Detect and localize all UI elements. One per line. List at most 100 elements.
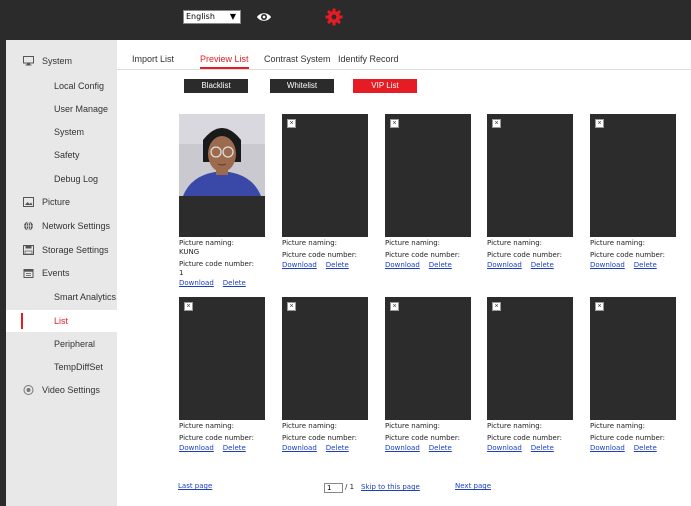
- picture-info: Picture naming: Picture code number: Downl…: [179, 422, 289, 453]
- last-page-link[interactable]: Last page: [178, 482, 212, 490]
- tab-import-list[interactable]: Import List: [132, 52, 174, 69]
- delete-link[interactable]: Delete: [326, 261, 349, 269]
- sidebar-item-label: System: [42, 56, 73, 66]
- sidebar-item-user-manage[interactable]: User Manage: [6, 98, 117, 120]
- sidebar-item-list[interactable]: List: [6, 310, 117, 332]
- top-bar: English ▼: [0, 0, 691, 34]
- picture-code-label: Picture code number:: [385, 251, 460, 259]
- picture-thumbnail[interactable]: ×: [282, 297, 368, 420]
- tab-bar: Import List Preview List Contrast System…: [117, 52, 691, 70]
- sidebar-item-storage-settings[interactable]: Storage Settings: [6, 239, 117, 261]
- sidebar-item-safety[interactable]: Safety: [6, 144, 117, 166]
- download-link[interactable]: Download: [385, 261, 420, 269]
- picture-card: × Picture naming: Picture code number: Down…: [487, 114, 573, 294]
- delete-link[interactable]: Delete: [429, 261, 452, 269]
- sidebar-item-label: Storage Settings: [42, 245, 109, 255]
- button-label: Blacklist: [201, 81, 231, 90]
- download-link[interactable]: Download: [487, 261, 522, 269]
- language-select[interactable]: English ▼: [183, 10, 241, 24]
- tab-contrast-system[interactable]: Contrast System: [264, 52, 331, 69]
- page-number-input[interactable]: 1: [324, 483, 343, 493]
- next-page-link[interactable]: Next page: [455, 482, 491, 490]
- sidebar-item-debug-log[interactable]: Debug Log: [6, 168, 117, 190]
- blacklist-button[interactable]: Blacklist: [184, 79, 248, 93]
- download-link[interactable]: Download: [179, 279, 214, 287]
- delete-link[interactable]: Delete: [223, 444, 246, 452]
- broken-image-icon: ×: [390, 302, 399, 311]
- picture-naming-label: Picture naming:: [590, 239, 646, 247]
- sidebar-item-label: System: [54, 127, 85, 137]
- sidebar-item-events[interactable]: Events: [6, 262, 117, 284]
- sidebar-item-network-settings[interactable]: Network Settings: [6, 215, 117, 237]
- picture-thumbnail[interactable]: ×: [385, 114, 471, 237]
- broken-image-icon: ×: [184, 302, 193, 311]
- delete-link[interactable]: Delete: [531, 444, 554, 452]
- whitelist-button[interactable]: Whitelist: [270, 79, 334, 93]
- picture-naming-label: Picture naming:: [282, 239, 338, 247]
- download-link[interactable]: Download: [282, 444, 317, 452]
- picture-card: × Picture naming: Picture code number: Down…: [385, 297, 471, 477]
- sidebar-item-label: Network Settings: [42, 221, 111, 231]
- picture-code-label: Picture code number:: [179, 260, 254, 268]
- picture-naming-label: Picture naming:: [385, 422, 441, 430]
- sidebar-item-smart-analytics[interactable]: Smart Analytics: [6, 286, 117, 308]
- picture-actions: Download Delete: [487, 261, 597, 270]
- picture-actions: Download Delete: [385, 444, 495, 453]
- delete-link[interactable]: Delete: [531, 261, 554, 269]
- sidebar-item-label: Smart Analytics: [54, 292, 117, 302]
- picture-actions: Download Delete: [385, 261, 495, 270]
- sidebar-item-system[interactable]: System: [6, 50, 117, 72]
- picture-code-label: Picture code number:: [487, 434, 562, 442]
- sidebar-item-picture[interactable]: Picture: [6, 191, 117, 213]
- delete-link[interactable]: Delete: [634, 444, 657, 452]
- sidebar-item-system-sub[interactable]: System: [6, 121, 117, 143]
- sidebar-item-local-config[interactable]: Local Config: [6, 75, 117, 97]
- picture-thumbnail[interactable]: ×: [487, 114, 573, 237]
- download-link[interactable]: Download: [590, 444, 625, 452]
- sidebar-item-tempdiffset[interactable]: TempDiffSet: [6, 356, 117, 378]
- tab-label: Contrast System: [264, 54, 331, 64]
- gear-icon[interactable]: [325, 8, 343, 26]
- picture-thumbnail[interactable]: ×: [179, 297, 265, 420]
- picture-actions: Download Delete: [590, 261, 691, 270]
- tab-preview-list[interactable]: Preview List: [200, 52, 249, 69]
- tab-label: Preview List: [200, 54, 249, 64]
- sidebar-item-label: User Manage: [54, 104, 109, 114]
- broken-image-icon: ×: [492, 119, 501, 128]
- skip-to-page-link[interactable]: Skip to this page: [361, 483, 420, 491]
- vip-list-button[interactable]: VIP List: [353, 79, 417, 93]
- sidebar-item-peripheral[interactable]: Peripheral: [6, 333, 117, 355]
- delete-link[interactable]: Delete: [223, 279, 246, 287]
- picture-code-label: Picture code number:: [487, 251, 562, 259]
- download-link[interactable]: Download: [179, 444, 214, 452]
- picture-info: Picture naming: Picture code number: Downl…: [282, 422, 392, 453]
- sidebar-item-video-settings[interactable]: Video Settings: [6, 379, 117, 401]
- delete-link[interactable]: Delete: [634, 261, 657, 269]
- picture-code-label: Picture code number:: [590, 434, 665, 442]
- picture-thumbnail[interactable]: ×: [487, 297, 573, 420]
- picture-naming-label: Picture naming:: [385, 239, 441, 247]
- picture-info: Picture naming: Picture code number: Downl…: [487, 422, 597, 453]
- download-link[interactable]: Download: [590, 261, 625, 269]
- picture-thumbnail[interactable]: ×: [385, 297, 471, 420]
- picture-thumbnail[interactable]: ×: [590, 297, 676, 420]
- globe-icon: [24, 221, 33, 231]
- picture-card: × Picture naming: Picture code number: Down…: [282, 114, 368, 294]
- picture-thumbnail[interactable]: [179, 114, 265, 237]
- picture-actions: Download Delete: [179, 279, 289, 288]
- picture-actions: Download Delete: [282, 261, 392, 270]
- eye-icon[interactable]: [256, 9, 272, 25]
- download-link[interactable]: Download: [282, 261, 317, 269]
- picture-thumbnail[interactable]: ×: [590, 114, 676, 237]
- download-link[interactable]: Download: [385, 444, 420, 452]
- download-link[interactable]: Download: [487, 444, 522, 452]
- tab-identify-record[interactable]: Identify Record: [338, 52, 399, 69]
- picture-thumbnail[interactable]: ×: [282, 114, 368, 237]
- sidebar-item-label: Peripheral: [54, 339, 96, 349]
- picture-code-label: Picture code number:: [590, 251, 665, 259]
- sidebar-item-label: Debug Log: [54, 174, 99, 184]
- sidebar-item-label: List: [54, 316, 69, 326]
- delete-link[interactable]: Delete: [429, 444, 452, 452]
- delete-link[interactable]: Delete: [326, 444, 349, 452]
- picture-naming-label: Picture naming:: [590, 422, 646, 430]
